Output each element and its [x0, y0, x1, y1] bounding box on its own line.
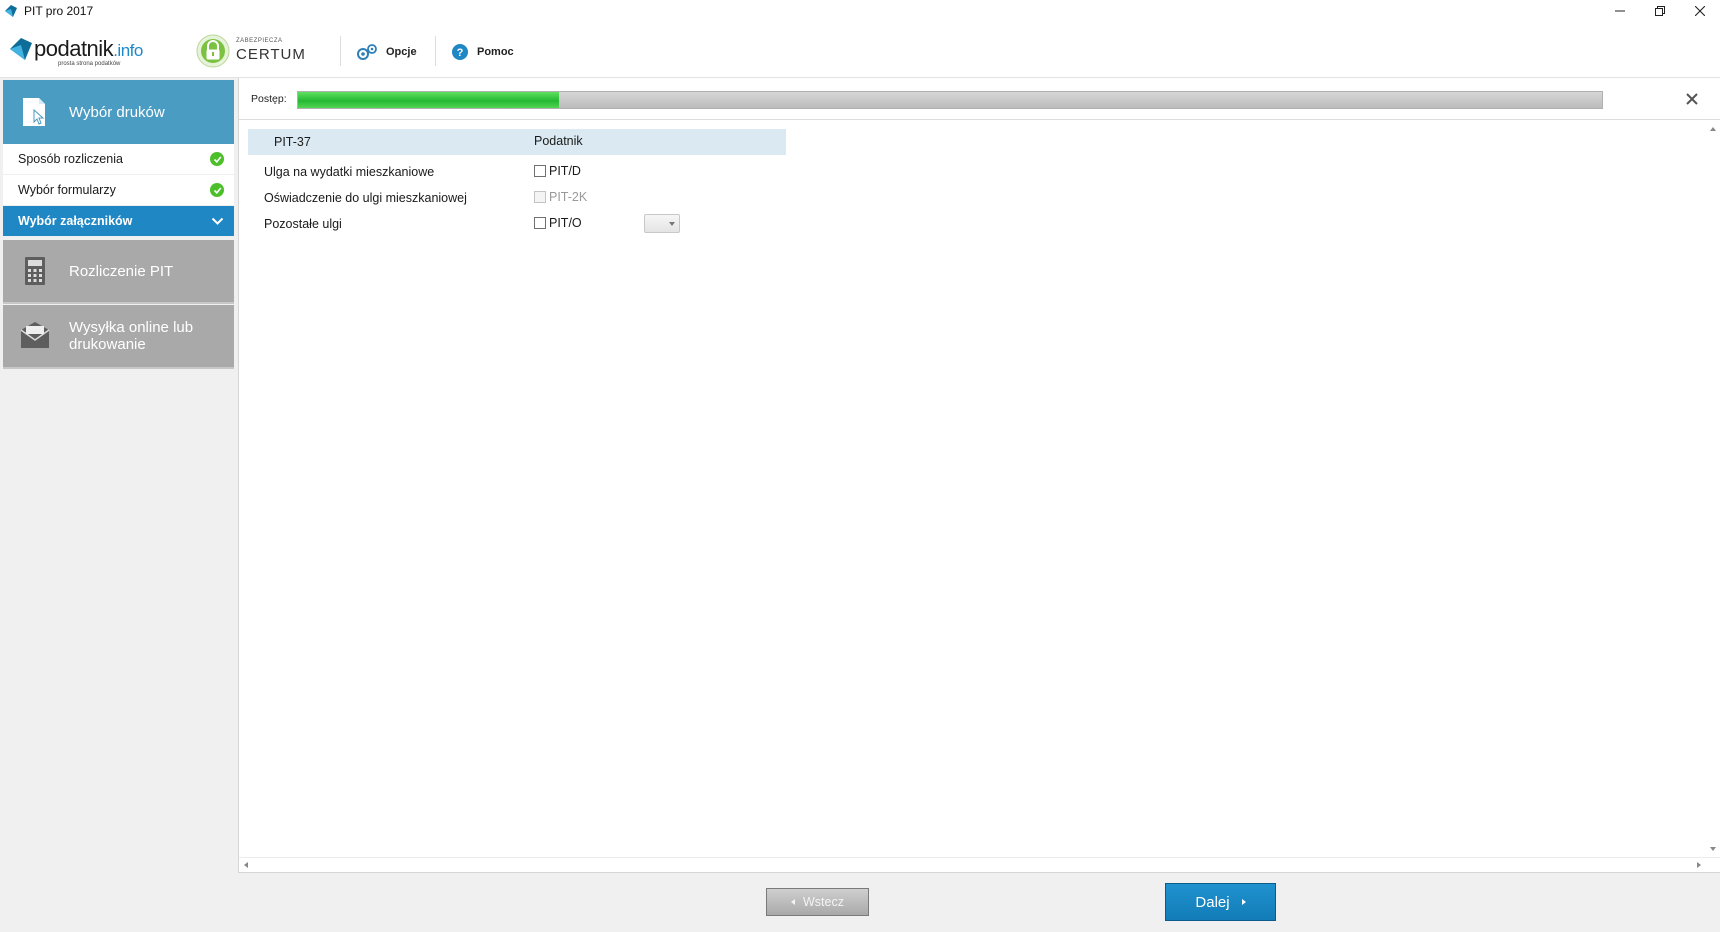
attachments-form: PIT-37 Podatnik Ulga na wydatki mieszkan…: [239, 121, 1706, 857]
certum-big-text: CERTUM: [236, 46, 306, 63]
taxpayer-column-header: Podatnik: [534, 134, 583, 148]
checkbox-label: PIT/D: [549, 164, 581, 178]
sidebar-step-label: Wybór formularzy: [18, 183, 116, 197]
envelope-icon: [20, 322, 50, 348]
svg-text:?: ?: [457, 47, 464, 59]
checkbox-label: PIT-2K: [549, 190, 588, 204]
attachment-row-other-reliefs: Pozostałe ulgi PIT/O: [264, 214, 764, 234]
options-button[interactable]: Opcje: [356, 40, 417, 64]
minimize-button[interactable]: [1600, 0, 1640, 22]
attachment-row-label: Oświadczenie do ulgi mieszkaniowej: [264, 191, 467, 205]
padlock-icon: [196, 34, 230, 68]
calculator-icon: [25, 257, 45, 285]
form-type-label: PIT-37: [274, 135, 311, 149]
scroll-left-arrow-icon[interactable]: [244, 862, 248, 868]
close-window-button[interactable]: [1680, 0, 1720, 22]
toolbar-separator: [435, 36, 436, 66]
form-header-row: PIT-37 Podatnik: [248, 129, 786, 155]
pit-o-checkbox[interactable]: PIT/O: [534, 216, 582, 230]
close-panel-button[interactable]: [1681, 88, 1703, 110]
certum-badge: ZABEZPIECZA CERTUM: [196, 32, 316, 70]
sidebar-step-settlement-method[interactable]: Sposób rozliczenia: [3, 144, 234, 175]
attachment-row-housing-relief: Ulga na wydatki mieszkaniowe PIT/D: [264, 162, 764, 182]
sidebar-step-form-selection[interactable]: Wybór formularzy: [3, 175, 234, 206]
attachment-row-housing-declaration: Oświadczenie do ulgi mieszkaniowej PIT-2…: [264, 188, 764, 208]
back-button[interactable]: Wstecz: [766, 888, 869, 916]
progress-bar-fill: [298, 92, 559, 108]
help-icon: ?: [452, 44, 468, 60]
app-logo-icon: [5, 5, 17, 17]
document-cursor-icon: [23, 98, 45, 126]
attachment-row-label: Pozostałe ulgi: [264, 217, 342, 231]
sidebar-section-send-or-print[interactable]: Wysyłka online lub drukowanie: [3, 305, 234, 369]
attachment-row-label: Ulga na wydatki mieszkaniowe: [264, 165, 435, 179]
pit-d-checkbox[interactable]: PIT/D: [534, 164, 581, 178]
progress-label: Postęp:: [251, 93, 287, 105]
checkmark-icon: [210, 183, 224, 197]
checkmark-icon: [210, 152, 224, 166]
toolbar: podatnik.info prosta strona podatków ZAB…: [0, 22, 1720, 78]
footer-bar: Wstecz Dalej: [0, 873, 1720, 932]
gears-icon: [357, 44, 377, 60]
app-window: PIT pro 2017 podatnik.info prosta strona…: [0, 0, 1720, 932]
scroll-up-arrow-icon[interactable]: [1710, 127, 1716, 131]
next-button[interactable]: Dalej: [1165, 883, 1276, 921]
close-icon: [1686, 93, 1698, 105]
window-controls: [1600, 0, 1720, 22]
back-button-label: Wstecz: [803, 895, 844, 909]
checkbox-box: [534, 191, 546, 203]
pit-2k-checkbox: PIT-2K: [534, 190, 587, 204]
logo-main-text: podatnik: [34, 36, 114, 61]
title-bar: PIT pro 2017: [0, 0, 1720, 22]
toolbar-separator: [340, 36, 341, 66]
logo-subtitle: prosta strona podatków: [58, 61, 121, 67]
pit-o-count-dropdown[interactable]: [644, 214, 680, 233]
checkbox-label: PIT/O: [549, 216, 582, 230]
sidebar-step-attachment-selection[interactable]: Wybór załączników: [3, 206, 234, 237]
sidebar-section-label: Rozliczenie PIT: [69, 262, 174, 280]
scroll-right-arrow-icon[interactable]: [1697, 862, 1701, 868]
close-icon: [1695, 6, 1705, 16]
window-title: PIT pro 2017: [24, 4, 94, 18]
main-panel: Postęp: PIT-37 Podatnik Ulga na wydatki …: [238, 78, 1720, 873]
sidebar: Wybór druków Sposób rozliczenia Wybór fo…: [0, 78, 238, 932]
restore-icon: [1655, 6, 1665, 16]
sidebar-steps: Sposób rozliczenia Wybór formularzy Wybó…: [3, 144, 234, 237]
certum-small-text: ZABEZPIECZA: [236, 38, 283, 44]
options-label: Opcje: [386, 46, 417, 58]
podatnik-logo[interactable]: podatnik.info prosta strona podatków: [8, 32, 148, 72]
dropdown-arrow-icon: [669, 222, 675, 226]
sidebar-section-label: Wysyłka online lub drukowanie: [69, 319, 194, 353]
arrow-right-icon: [1241, 899, 1246, 905]
vertical-scrollbar[interactable]: [1706, 121, 1720, 857]
arrow-left-icon: [791, 899, 795, 905]
minimize-icon: [1615, 10, 1625, 12]
progress-row: Postęp:: [239, 78, 1720, 120]
sidebar-step-label: Sposób rozliczenia: [18, 152, 123, 166]
sidebar-section-print-selection[interactable]: Wybór druków: [3, 80, 234, 144]
restore-button[interactable]: [1640, 0, 1680, 22]
checkbox-box[interactable]: [534, 217, 546, 229]
sidebar-section-pit-settlement[interactable]: Rozliczenie PIT: [3, 240, 234, 304]
chevron-down-icon: [211, 217, 224, 225]
next-button-label: Dalej: [1195, 893, 1230, 911]
help-button[interactable]: ? Pomoc: [451, 40, 514, 64]
help-label: Pomoc: [477, 46, 514, 58]
sidebar-section-label: Wybór druków: [69, 103, 165, 121]
scroll-down-arrow-icon[interactable]: [1710, 847, 1716, 851]
progress-bar: [297, 91, 1603, 109]
podatnik-logo-icon: [10, 38, 32, 60]
horizontal-scrollbar[interactable]: [239, 857, 1720, 873]
logo-wordmark: podatnik.info: [34, 36, 143, 62]
sidebar-step-label: Wybór załączników: [18, 214, 133, 228]
checkbox-box[interactable]: [534, 165, 546, 177]
logo-accent-text: .info: [113, 41, 143, 60]
